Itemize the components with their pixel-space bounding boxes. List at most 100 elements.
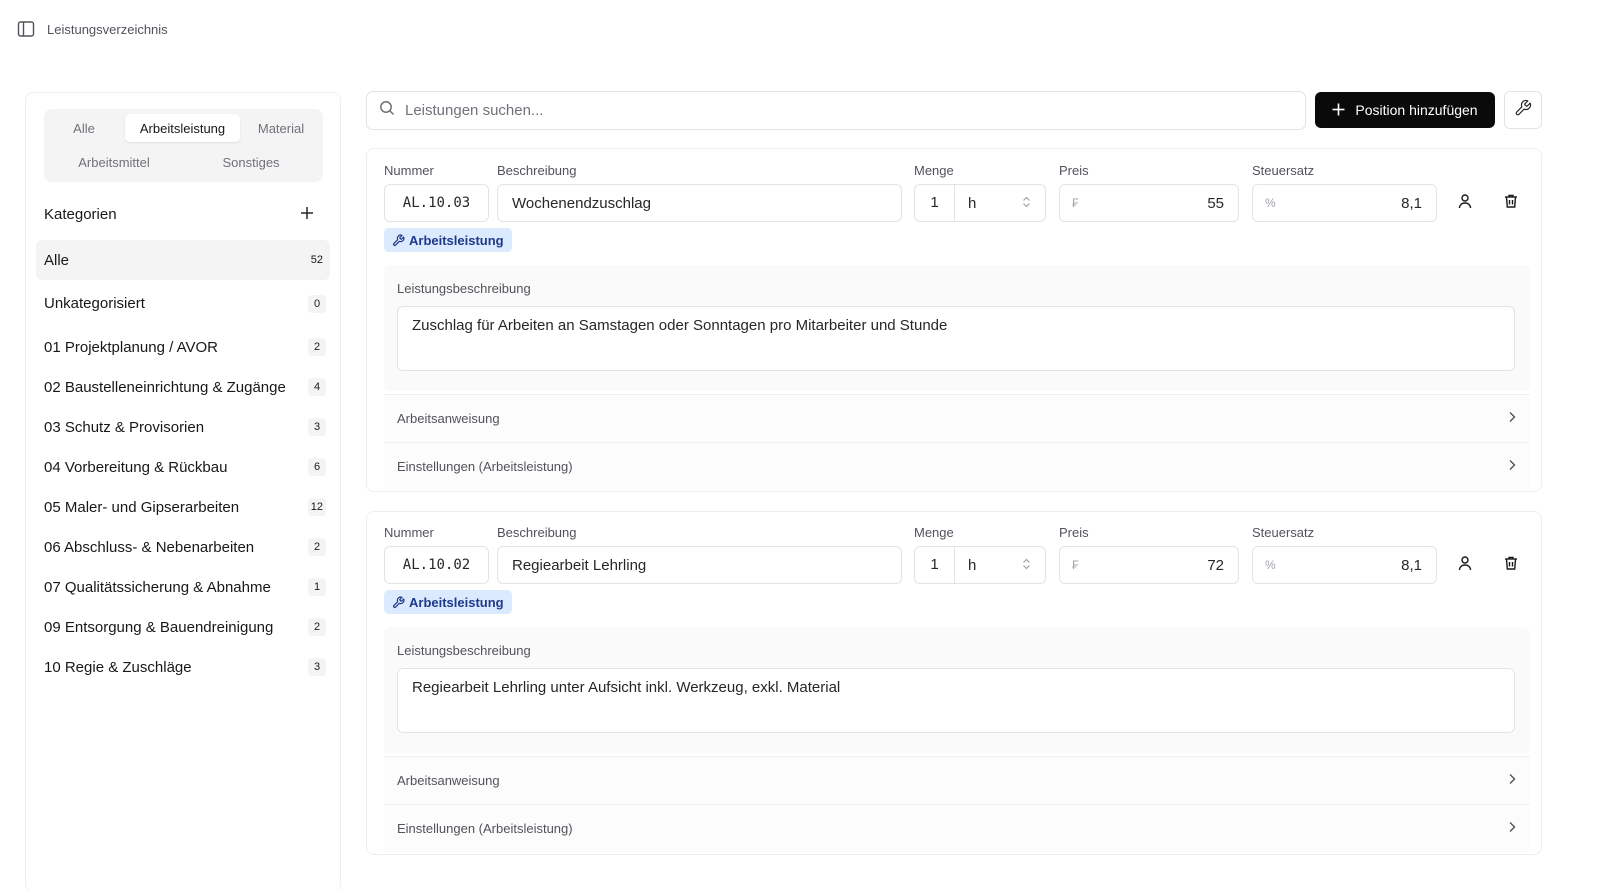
beschreibung-field[interactable]: Regiearbeit Lehrling	[497, 546, 902, 584]
category-name: 05 Maler- und Gipserarbeiten	[44, 498, 240, 516]
sidebar-toggle-icon[interactable]	[17, 20, 35, 38]
category-name: 01 Projektplanung / AVOR	[44, 338, 218, 356]
category-item[interactable]: 05 Maler- und Gipserarbeiten 12	[36, 487, 330, 527]
preis-label: Preis	[1059, 163, 1089, 178]
categories-header: Kategorien	[44, 200, 314, 228]
beschreibung-label: Beschreibung	[497, 525, 577, 540]
type-badge-label: Arbeitsleistung	[409, 232, 504, 248]
category-name: 02 Baustelleneinrichtung & Zugänge	[44, 378, 286, 396]
accordion-label: Einstellungen (Arbeitsleistung)	[397, 821, 573, 836]
nummer-field[interactable]: AL.10.02	[384, 546, 489, 584]
category-count: 2	[308, 538, 326, 556]
price-value: 55	[1207, 194, 1224, 212]
nummer-label: Nummer	[384, 163, 434, 178]
tab-material[interactable]: Material	[244, 114, 318, 142]
category-item[interactable]: 10 Regie & Zuschläge 3	[36, 647, 330, 687]
chevron-right-icon	[1508, 410, 1516, 428]
type-badge-label: Arbeitsleistung	[409, 594, 504, 610]
sidebar: Alle Arbeitsleistung Material Arbeitsmit…	[25, 92, 341, 892]
leistungsbeschreibung-label: Leistungsbeschreibung	[397, 643, 531, 658]
quantity-field[interactable]: 1 h	[914, 184, 1046, 222]
percent-symbol: %	[1265, 558, 1276, 572]
add-category-button[interactable]	[300, 204, 314, 224]
nummer-field[interactable]: AL.10.03	[384, 184, 489, 222]
settings-accordion[interactable]: Einstellungen (Arbeitsleistung)	[384, 804, 1530, 852]
settings-accordion[interactable]: Einstellungen (Arbeitsleistung)	[384, 442, 1530, 490]
category-count: 2	[308, 338, 326, 356]
wrench-icon	[1514, 99, 1532, 122]
tab-arbeitsmittel[interactable]: Arbeitsmittel	[49, 148, 179, 176]
category-item[interactable]: 03 Schutz & Provisorien 3	[36, 407, 330, 447]
description-panel: Leistungsbeschreibung Zuschlag für Arbei…	[384, 265, 1530, 391]
unit-select[interactable]: h	[955, 557, 1045, 574]
category-item[interactable]: 06 Abschluss- & Nebenarbeiten 2	[36, 527, 330, 567]
tax-rate-field[interactable]: % 8,1	[1252, 546, 1437, 584]
price-field[interactable]: ₣ 72	[1059, 546, 1239, 584]
category-name: Alle	[44, 251, 70, 269]
category-count: 3	[308, 418, 326, 436]
category-item[interactable]: 02 Baustelleneinrichtung & Zugänge 4	[36, 367, 330, 407]
tab-sonstiges[interactable]: Sonstiges	[184, 148, 318, 176]
unit-select[interactable]: h	[955, 195, 1045, 212]
category-name: 09 Entsorgung & Bauendreinigung	[44, 618, 274, 636]
category-count: 1	[308, 578, 326, 596]
chevron-up-down-icon	[1022, 557, 1031, 574]
price-field[interactable]: ₣ 55	[1059, 184, 1239, 222]
description-textarea[interactable]: Regiearbeit Lehrling unter Aufsicht inkl…	[397, 668, 1515, 733]
type-filter-tabs: Alle Arbeitsleistung Material Arbeitsmit…	[44, 109, 323, 182]
delete-button[interactable]	[1499, 553, 1523, 577]
assign-person-button[interactable]	[1453, 191, 1477, 215]
add-position-button[interactable]: Position hinzufügen	[1315, 92, 1495, 128]
category-item[interactable]: 09 Entsorgung & Bauendreinigung 2	[36, 607, 330, 647]
chevron-right-icon	[1508, 458, 1516, 476]
price-value: 72	[1207, 556, 1224, 574]
currency-symbol: ₣	[1072, 196, 1079, 210]
assign-person-button[interactable]	[1453, 553, 1477, 577]
tab-arbeitsleistung[interactable]: Arbeitsleistung	[125, 114, 240, 142]
tab-alle[interactable]: Alle	[49, 114, 119, 142]
unit-value: h	[968, 556, 977, 574]
search-bar[interactable]	[366, 91, 1306, 130]
plus-icon	[1332, 101, 1345, 119]
category-count: 2	[308, 618, 326, 636]
category-item-alle[interactable]: Alle 52	[36, 240, 330, 280]
tax-rate-field[interactable]: % 8,1	[1252, 184, 1437, 222]
wrench-icon	[392, 233, 405, 247]
trash-icon	[1503, 193, 1519, 214]
breadcrumb[interactable]: Leistungsverzeichnis	[47, 22, 168, 37]
category-item[interactable]: Unkategorisiert 0	[36, 280, 330, 327]
beschreibung-field[interactable]: Wochenendzuschlag	[497, 184, 902, 222]
type-badge: Arbeitsleistung	[384, 228, 512, 252]
category-item[interactable]: 01 Projektplanung / AVOR 2	[36, 327, 330, 367]
quantity-value[interactable]: 1	[915, 185, 955, 221]
tools-button[interactable]	[1504, 91, 1542, 129]
description-panel: Leistungsbeschreibung Regiearbeit Lehrli…	[384, 627, 1530, 753]
category-item[interactable]: 07 Qualitätssicherung & Abnahme 1	[36, 567, 330, 607]
chevron-right-icon	[1508, 772, 1516, 790]
currency-symbol: ₣	[1072, 558, 1079, 572]
position-card: Nummer Beschreibung Menge Preis Steuersa…	[366, 511, 1542, 855]
leistungsbeschreibung-label: Leistungsbeschreibung	[397, 281, 531, 296]
description-textarea[interactable]: Zuschlag für Arbeiten an Samstagen oder …	[397, 306, 1515, 371]
steuersatz-label: Steuersatz	[1252, 163, 1315, 178]
category-name: 10 Regie & Zuschläge	[44, 658, 192, 676]
search-input[interactable]	[405, 102, 1265, 119]
nummer-label: Nummer	[384, 525, 434, 540]
wrench-icon	[392, 595, 405, 609]
unit-value: h	[968, 194, 977, 212]
quantity-field[interactable]: 1 h	[914, 546, 1046, 584]
quantity-value[interactable]: 1	[915, 547, 955, 583]
category-list: Alle 52 Unkategorisiert 0 01 Projektplanun…	[36, 240, 330, 687]
tax-rate-value: 8,1	[1401, 556, 1422, 574]
category-name: 07 Qualitätssicherung & Abnahme	[44, 578, 271, 596]
user-icon	[1457, 193, 1473, 214]
tax-rate-value: 8,1	[1401, 194, 1422, 212]
trash-icon	[1503, 555, 1519, 576]
work-instruction-accordion[interactable]: Arbeitsanweisung	[384, 394, 1530, 442]
top-bar: Leistungsverzeichnis	[0, 0, 1600, 58]
delete-button[interactable]	[1499, 191, 1523, 215]
user-icon	[1457, 555, 1473, 576]
category-count: 4	[308, 378, 326, 396]
work-instruction-accordion[interactable]: Arbeitsanweisung	[384, 756, 1530, 804]
category-item[interactable]: 04 Vorbereitung & Rückbau 6	[36, 447, 330, 487]
